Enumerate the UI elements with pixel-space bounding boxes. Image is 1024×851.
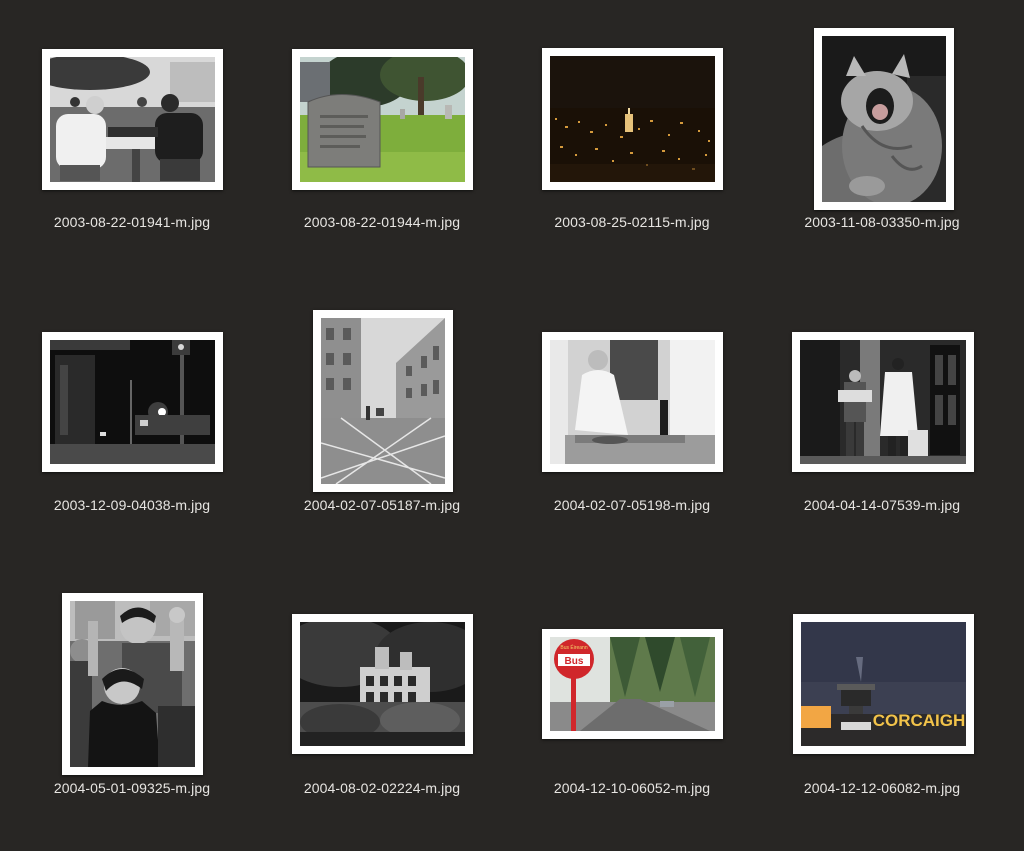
tower-sign-text: CORCAIGH (873, 711, 966, 730)
file-tile[interactable]: 2004-04-14-07539-m.jpg (762, 283, 1002, 553)
file-tile[interactable]: 2004-02-07-05187-m.jpg (262, 283, 502, 553)
street-buildings-photo (321, 318, 445, 484)
file-tile[interactable]: 2003-08-25-02115-m.jpg (512, 0, 752, 270)
chess-players-photo (50, 57, 215, 182)
file-tile[interactable]: 2003-12-09-04038-m.jpg (12, 283, 252, 553)
file-name: 2004-04-14-07539-m.jpg (803, 497, 961, 513)
thumbnail-frame[interactable] (62, 593, 203, 775)
butcher-photo (550, 340, 715, 464)
bus-sign-brand: Bus Éireann (560, 644, 587, 651)
thumbnail-frame[interactable] (292, 49, 473, 190)
thumbnail-frame[interactable] (792, 332, 974, 472)
file-name: 2004-12-12-06082-m.jpg (803, 780, 961, 796)
file-name: 2003-08-22-01944-m.jpg (303, 214, 461, 230)
file-name: 2004-02-07-05187-m.jpg (303, 497, 461, 513)
thumbnail-frame[interactable] (42, 49, 223, 190)
thumbnail-frame[interactable] (42, 332, 223, 472)
file-tile[interactable]: 2003-08-22-01941-m.jpg (12, 0, 252, 270)
file-name: 2003-12-09-04038-m.jpg (53, 497, 211, 513)
thumbnail-frame[interactable] (292, 614, 473, 754)
bus-stop-sign-photo: Bus Bus Éireann (550, 637, 715, 731)
file-name: 2003-11-08-03350-m.jpg (804, 214, 960, 230)
gravestone-photo (300, 57, 465, 182)
file-name: 2004-05-01-09325-m.jpg (53, 780, 211, 796)
thumbnail-frame[interactable]: Bus Bus Éireann (542, 629, 723, 739)
file-grid: 2003-08-22-01941-m.jpg 2003-08-22-01944-… (0, 0, 1024, 851)
night-street-photo (50, 340, 215, 464)
cheering-crowd-photo (70, 601, 195, 767)
thumbnail-frame[interactable] (542, 48, 723, 190)
file-tile[interactable]: 2004-02-07-05198-m.jpg (512, 283, 752, 553)
file-name: 2004-12-10-06052-m.jpg (553, 780, 711, 796)
doorway-people-photo (800, 340, 966, 464)
city-night-skyline-photo (550, 56, 715, 182)
file-tile[interactable]: Bus Bus Éireann 2004-12-10-06052-m.jpg (512, 566, 752, 836)
file-tile[interactable]: 2004-08-02-02224-m.jpg (262, 566, 502, 836)
bus-sign-text: Bus (565, 656, 584, 667)
file-tile[interactable]: 2003-08-22-01944-m.jpg (262, 0, 502, 270)
thumbnail-frame[interactable] (313, 310, 453, 492)
file-tile[interactable]: 2004-05-01-09325-m.jpg (12, 566, 252, 836)
file-tile[interactable]: CORCAIGH 2004-12-12-06082-m.jpg (762, 566, 1002, 836)
file-name: 2003-08-25-02115-m.jpg (554, 214, 710, 230)
ruined-house-photo (300, 622, 465, 746)
file-tile[interactable]: 2003-11-08-03350-m.jpg (762, 0, 1002, 270)
file-name: 2004-02-07-05198-m.jpg (553, 497, 711, 513)
thumbnail-frame[interactable] (542, 332, 723, 472)
airport-control-tower-photo: CORCAIGH (801, 622, 966, 746)
file-name: 2004-08-02-02224-m.jpg (303, 780, 461, 796)
thumbnail-frame[interactable] (814, 28, 954, 210)
thumbnail-frame[interactable]: CORCAIGH (793, 614, 974, 754)
yawning-cat-photo (822, 36, 946, 202)
file-name: 2003-08-22-01941-m.jpg (53, 214, 211, 230)
